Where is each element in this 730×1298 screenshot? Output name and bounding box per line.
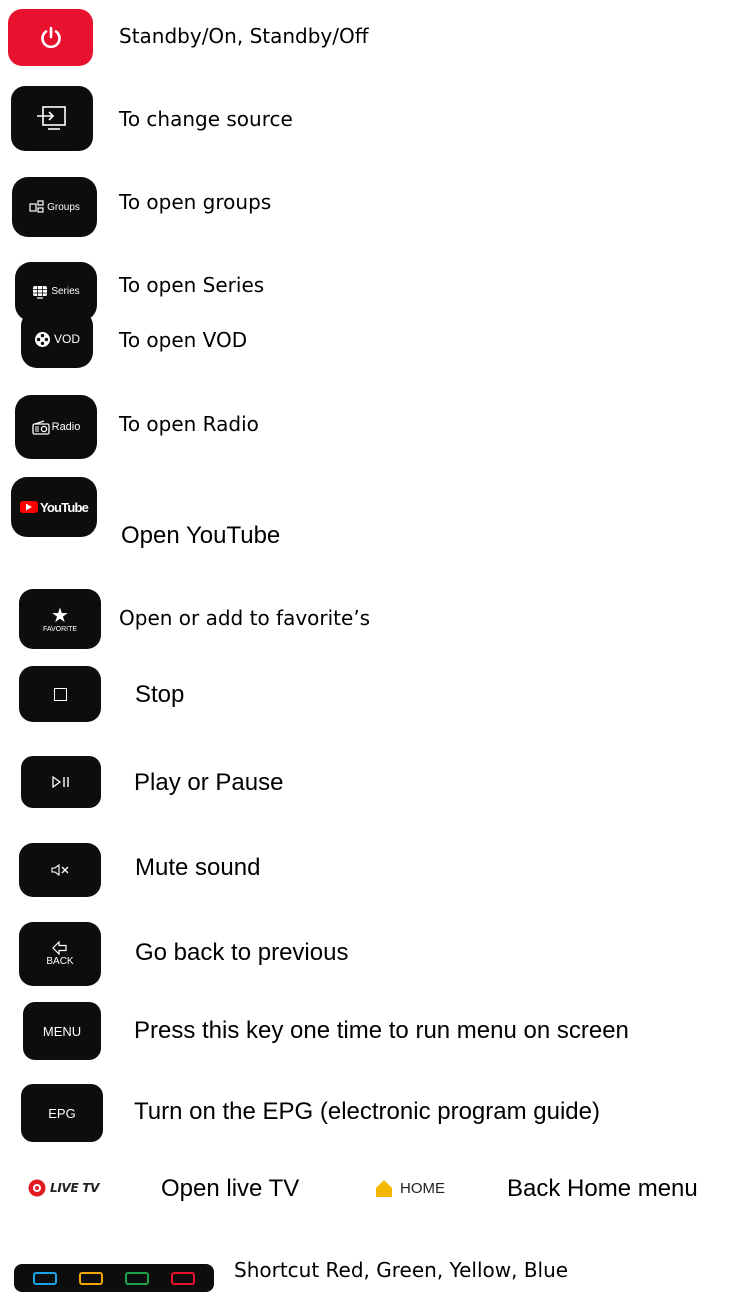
radio-icon (31, 419, 50, 435)
home-key-label: HOME (400, 1179, 445, 1197)
stop-description: Stop (135, 681, 185, 708)
green-key-icon (125, 1271, 149, 1285)
series-icon (33, 285, 48, 299)
youtube-key-label: YouTube (39, 499, 89, 515)
series-key-label: Series (51, 286, 80, 297)
source-key (11, 86, 93, 151)
power-key (8, 9, 93, 66)
favorite-description: Open or add to favorite’s (119, 606, 371, 630)
color-keys (14, 1264, 214, 1292)
back-key: BACK (19, 922, 101, 986)
youtube-logo-icon (19, 501, 38, 513)
live-tv-key-label: LIVE TV (50, 1181, 100, 1195)
vod-description: To open VOD (119, 328, 248, 352)
epg-description: Turn on the EPG (electronic program guid… (134, 1098, 600, 1125)
groups-key-label: Groups (47, 201, 80, 213)
play-pause-description: Play or Pause (134, 769, 284, 796)
power-description: Standby/On, Standby/Off (119, 24, 369, 48)
play-pause-icon (52, 776, 69, 788)
source-icon (37, 105, 66, 130)
yellow-key-icon (79, 1271, 103, 1285)
live-tv-key: LIVE TV (27, 1172, 127, 1204)
epg-key: EPG (21, 1084, 103, 1142)
stop-key (19, 666, 101, 722)
power-icon (40, 26, 61, 48)
back-arrow-icon (52, 941, 67, 955)
menu-key: MENU (23, 1002, 101, 1060)
live-tv-icon (28, 1179, 46, 1197)
mute-icon (51, 864, 69, 876)
stop-icon (53, 687, 67, 701)
home-icon (376, 1180, 392, 1197)
groups-key: Groups (12, 177, 97, 237)
youtube-description: Open YouTube (121, 522, 281, 549)
home-description: Back Home menu (507, 1175, 698, 1202)
radio-key-label: Radio (51, 421, 81, 433)
vod-key-label: VOD (53, 332, 80, 346)
red-key-icon (171, 1271, 195, 1285)
star-icon: ★ (51, 602, 69, 627)
shortcut-description: Shortcut Red, Green, Yellow, Blue (234, 1258, 569, 1282)
back-key-label: BACK (46, 956, 74, 967)
series-description: To open Series (119, 273, 265, 297)
groups-icon (29, 200, 44, 213)
back-description: Go back to previous (135, 939, 349, 966)
play-pause-key (21, 756, 101, 808)
blue-key-icon (33, 1271, 57, 1285)
vod-key: VOD (21, 310, 93, 368)
favorite-key: ★ FAVORITE (19, 589, 101, 649)
menu-description: Press this key one time to run menu on s… (134, 1017, 629, 1044)
home-key: HOME (374, 1173, 484, 1203)
mute-description: Mute sound (135, 854, 261, 881)
source-description: To change source (119, 107, 293, 131)
radio-key: Radio (15, 395, 97, 459)
mute-key (19, 843, 101, 897)
favorite-key-label: FAVORITE (42, 625, 78, 633)
groups-description: To open groups (119, 190, 272, 214)
live-tv-description: Open live TV (161, 1175, 300, 1202)
radio-description: To open Radio (119, 412, 259, 436)
film-reel-icon (34, 331, 50, 347)
youtube-key: YouTube (11, 477, 97, 537)
menu-key-label: MENU (42, 1023, 82, 1039)
epg-key-label: EPG (48, 1105, 76, 1121)
